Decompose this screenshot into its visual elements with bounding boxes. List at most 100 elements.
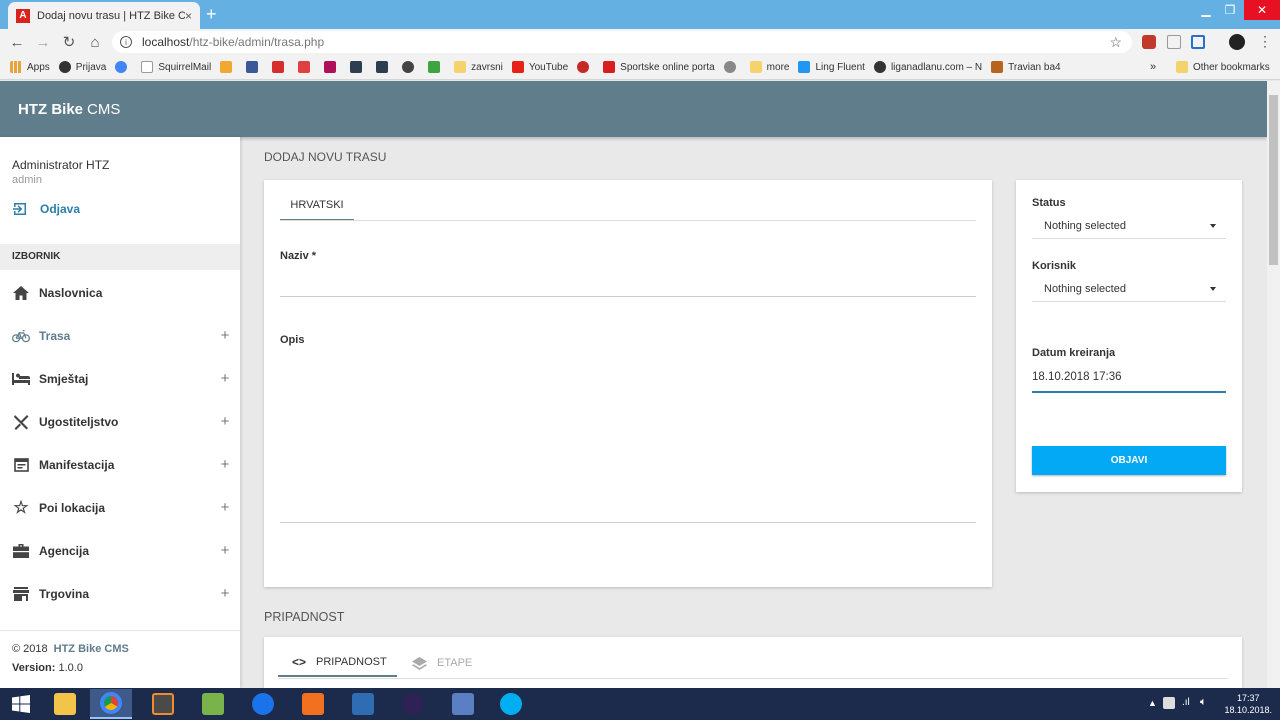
tab-divider xyxy=(280,220,976,221)
browser-menu-icon[interactable]: ⋮ xyxy=(1258,33,1272,50)
cast-icon[interactable] xyxy=(1191,35,1205,49)
skype-icon[interactable] xyxy=(490,689,532,719)
back-icon[interactable]: ← xyxy=(4,34,30,51)
bookmark-item[interactable] xyxy=(220,61,237,73)
file-explorer-icon[interactable] xyxy=(44,689,86,719)
expand-icon[interactable]: + xyxy=(210,499,240,516)
tray-volume-icon[interactable]: 🔈︎ xyxy=(1200,696,1207,709)
chrome-icon[interactable] xyxy=(90,689,132,719)
expand-icon[interactable]: + xyxy=(210,327,240,344)
site-info-icon[interactable]: i xyxy=(120,36,132,48)
footer-version: Version: 1.0.0 xyxy=(12,662,83,674)
close-window-icon[interactable]: ✕ xyxy=(1244,0,1280,20)
korisnik-select[interactable]: Nothing selected xyxy=(1032,276,1226,302)
tray-signal-icon[interactable]: .ıl xyxy=(1182,697,1190,708)
site-icon xyxy=(428,61,441,73)
scrollbar-thumb[interactable] xyxy=(1269,95,1278,265)
status-label: Status xyxy=(1032,197,1066,209)
sidebar-item-smjestaj[interactable]: Smještaj + xyxy=(0,357,240,400)
bookmark-item[interactable] xyxy=(723,61,741,73)
network-app-icon[interactable] xyxy=(442,689,484,719)
bookmark-item[interactable] xyxy=(376,61,393,73)
facebook-icon xyxy=(246,61,259,73)
bookmark-item[interactable] xyxy=(428,61,445,73)
page-scrollbar[interactable] xyxy=(1267,81,1280,688)
soccer-ball-icon xyxy=(402,61,415,73)
expand-icon[interactable]: + xyxy=(210,370,240,387)
eclipse-icon[interactable] xyxy=(392,689,434,719)
sidebar-item-trasa[interactable]: Trasa + xyxy=(0,314,240,357)
expand-icon[interactable]: + xyxy=(210,456,240,473)
expand-icon[interactable]: + xyxy=(210,542,240,559)
sidebar-item-naslovnica[interactable]: Naslovnica xyxy=(0,271,240,314)
status-select[interactable]: Nothing selected xyxy=(1032,213,1226,239)
bookmark-folder[interactable]: zavrsni xyxy=(454,61,503,73)
extension-icon[interactable] xyxy=(1167,35,1181,49)
bookmark-item[interactable] xyxy=(402,61,419,73)
home-browser-icon[interactable]: ⌂ xyxy=(82,34,108,51)
tab-hrvatski[interactable]: HRVATSKI xyxy=(280,199,354,221)
code-icon: <> xyxy=(292,655,307,669)
bookmark-item[interactable] xyxy=(115,61,132,73)
expand-icon[interactable]: + xyxy=(210,413,240,430)
bookmark-folder[interactable]: more xyxy=(749,61,789,73)
bookmark-item[interactable] xyxy=(324,61,341,73)
bookmarks-overflow-button[interactable]: » xyxy=(1150,61,1156,73)
url-bar[interactable]: i localhost/htz-bike/admin/trasa.php ☆ xyxy=(112,31,1132,53)
tab-close-icon[interactable]: × xyxy=(185,9,192,23)
profile-avatar[interactable] xyxy=(1229,34,1245,50)
tray-network-icon[interactable] xyxy=(1163,697,1175,709)
expand-icon[interactable]: + xyxy=(210,585,240,602)
taskbar-clock[interactable]: 17:37 18.10.2018. xyxy=(1224,692,1272,716)
bookmark-item[interactable]: Sportske online porta xyxy=(603,61,715,73)
virtualbox-icon[interactable] xyxy=(342,689,384,719)
ublock-icon[interactable] xyxy=(1142,35,1156,49)
bookmark-item[interactable]: Apps xyxy=(10,61,50,73)
bookmark-item[interactable] xyxy=(246,61,263,73)
naziv-label: Naziv * xyxy=(280,250,317,262)
bookmark-item[interactable]: Travian ba4 xyxy=(991,61,1061,73)
bookmark-item[interactable]: Ling Fluent xyxy=(798,61,865,73)
forward-icon[interactable]: → xyxy=(30,34,56,51)
naziv-input[interactable] xyxy=(280,270,976,296)
bookmark-item[interactable] xyxy=(577,61,594,73)
app-icon[interactable] xyxy=(192,689,234,719)
restore-icon[interactable]: ❐ xyxy=(1218,0,1242,20)
bookmark-item[interactable] xyxy=(272,61,289,73)
app-header: HTZ Bike CMS xyxy=(0,81,1267,137)
sidebar-item-manifestacija[interactable]: Manifestacija + xyxy=(0,443,240,486)
tab-pripadnost[interactable]: <> PRIPADNOST xyxy=(278,649,397,677)
browser-tab[interactable]: A Dodaj novu trasu | HTZ Bike CMS × xyxy=(8,2,200,29)
opis-textarea[interactable] xyxy=(280,352,976,522)
bookmark-item[interactable]: SquirrelMail xyxy=(141,61,211,73)
sidebar-item-trgovina[interactable]: Trgovina + xyxy=(0,572,240,615)
bookmark-item[interactable] xyxy=(298,61,315,73)
tab-etape[interactable]: ETAPE xyxy=(412,649,472,677)
caret-down-icon xyxy=(1210,286,1216,291)
sidebar-item-agencija[interactable]: Agencija + xyxy=(0,529,240,572)
logout-link[interactable]: Odjava xyxy=(12,201,80,217)
sidebar-item-poi-lokacija[interactable]: ☆ Poi lokacija + xyxy=(0,486,240,529)
bookmark-item[interactable]: liganadlanu.com – N xyxy=(873,61,982,73)
other-bookmarks[interactable]: Other bookmarks xyxy=(1176,61,1270,73)
bookmark-star-icon[interactable]: ☆ xyxy=(1109,34,1122,51)
minimize-icon[interactable]: ▁ xyxy=(1194,0,1218,20)
home-icon xyxy=(12,285,30,301)
bookmark-item[interactable] xyxy=(350,61,367,73)
publish-button[interactable]: OBJAVI xyxy=(1032,446,1226,475)
bookmark-item[interactable]: YouTube xyxy=(511,61,568,73)
reload-icon[interactable]: ↻ xyxy=(56,33,82,51)
xampp-icon[interactable] xyxy=(292,689,334,719)
url-path: /htz-bike/admin/trasa.php xyxy=(189,35,325,49)
datum-input[interactable]: 18.10.2018 17:36 xyxy=(1032,371,1226,393)
sublime-text-icon[interactable] xyxy=(142,689,184,719)
maps-icon[interactable] xyxy=(242,689,284,719)
tab-title: Dodaj novu trasu | HTZ Bike CMS xyxy=(37,9,185,22)
apps-icon xyxy=(10,61,22,73)
bookmark-item[interactable]: Prijava xyxy=(58,61,106,73)
sidebar-item-ugostiteljstvo[interactable]: Ugostiteljstvo + xyxy=(0,400,240,443)
tray-expand-icon[interactable]: ▲ xyxy=(1148,698,1157,708)
url-host: localhost xyxy=(142,35,190,49)
new-tab-button[interactable]: + xyxy=(206,4,217,25)
windows-start-icon[interactable] xyxy=(0,689,42,719)
